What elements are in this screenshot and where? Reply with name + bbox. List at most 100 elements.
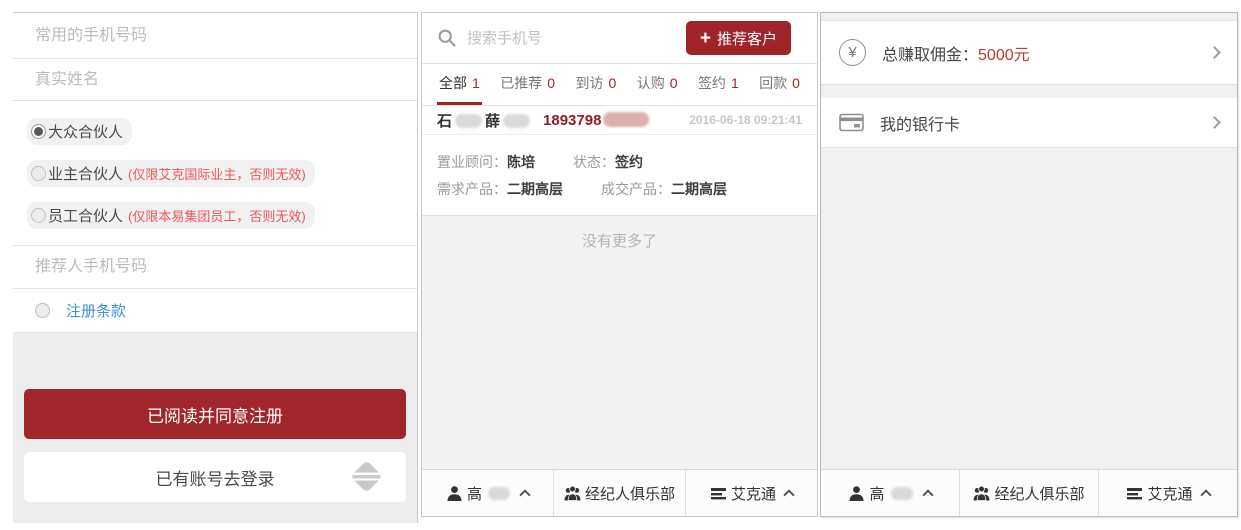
yen-glyph: ¥	[848, 44, 856, 61]
bank-card-icon	[839, 113, 864, 132]
demand-value: 二期高层	[507, 181, 563, 197]
radio-selected-icon[interactable]	[31, 124, 46, 139]
app-stage: 大众合伙人 业主合伙人 (仅限艾克国际业主，否则无效) 员工合伙人 (仅限本易集…	[0, 0, 1241, 530]
customer-name: 石薛	[437, 110, 533, 131]
tab-all[interactable]: 全部 1	[437, 64, 482, 105]
customer-list-panel: + 推荐客户 全部 1 已推荐 0 到访 0 认购 0 签约	[421, 12, 818, 517]
bank-card-row[interactable]: 我的银行卡	[821, 98, 1237, 148]
tab-count: 0	[792, 75, 800, 91]
deal-label: 成交产品：	[601, 181, 671, 197]
nav-app-label: 艾克通	[731, 483, 776, 504]
terms-row: 注册条款	[13, 289, 417, 333]
search-input[interactable]	[467, 30, 686, 47]
wallet-panel: ¥ 总赚取佣金： 5000元 我的银行卡 高	[820, 12, 1238, 517]
radio-note: (仅限本易集团员工，否则无效)	[128, 206, 306, 225]
status-tabs: 全部 1 已推荐 0 到访 0 认购 0 签约 1 回款 0	[422, 63, 817, 106]
customer-card[interactable]: 石薛 1893798 2016-06-18 09:21:41 置业顾问：陈培状态…	[422, 106, 817, 216]
radio-unselected-icon[interactable]	[31, 208, 46, 223]
blurred-name-1	[455, 114, 482, 128]
list-icon	[710, 485, 727, 502]
customer-timestamp: 2016-06-18 09:21:41	[689, 113, 802, 127]
commission-label: 总赚取佣金：	[882, 41, 978, 65]
phone-field-row	[13, 13, 417, 59]
tab-label: 已推荐	[500, 73, 542, 93]
radio-label: 大众合伙人	[48, 121, 123, 142]
nav-item-app[interactable]: 艾克通	[1099, 470, 1237, 516]
nav-club-label: 经纪人俱乐部	[585, 483, 675, 504]
goto-login-label: 已有账号去登录	[156, 465, 275, 490]
group-icon	[564, 485, 581, 502]
referrer-field-row	[13, 246, 417, 289]
radio-pill: 大众合伙人	[27, 118, 132, 145]
tab-count: 0	[547, 75, 555, 91]
nav-user-name: 高	[869, 483, 884, 504]
goto-login-button[interactable]: 已有账号去登录	[24, 452, 406, 502]
nav-item-app[interactable]: 艾克通	[686, 470, 817, 516]
customer-phone: 1893798	[543, 112, 649, 129]
group-icon	[973, 485, 990, 502]
nav-item-broker-club[interactable]: 经纪人俱乐部	[960, 470, 1099, 516]
blurred-phone	[603, 112, 649, 127]
tab-label: 回款	[759, 73, 787, 93]
form-footer: 已阅读并同意注册 已有账号去登录	[13, 333, 417, 523]
register-button[interactable]: 已阅读并同意注册	[24, 389, 406, 439]
customer-card-details: 置业顾问：陈培状态：签约 需求产品：二期高层成交产品：二期高层	[422, 135, 817, 216]
blurred-user-name	[891, 487, 913, 500]
radio-label: 员工合伙人	[48, 205, 123, 226]
product-line: 需求产品：二期高层成交产品：二期高层	[437, 176, 802, 203]
search-row: + 推荐客户	[422, 13, 817, 63]
tab-recommended[interactable]: 已推荐 0	[498, 64, 557, 105]
nav-item-profile[interactable]: 高	[422, 470, 554, 516]
terms-link[interactable]: 注册条款	[66, 300, 126, 321]
radio-unselected-icon[interactable]	[31, 166, 46, 181]
customer-phone-prefix: 1893798	[543, 112, 601, 129]
recommend-customer-button[interactable]: + 推荐客户	[686, 21, 791, 55]
radio-label: 业主合伙人	[48, 163, 123, 184]
tab-signed[interactable]: 签约 1	[696, 64, 741, 105]
chevron-up-icon	[519, 489, 530, 500]
terms-checkbox[interactable]	[35, 303, 50, 318]
name-field-row	[13, 59, 417, 101]
tab-label: 全部	[439, 73, 467, 93]
radio-row-employee-partner[interactable]: 员工合伙人 (仅限本易集团员工，否则无效)	[13, 194, 417, 236]
tab-count: 1	[731, 75, 739, 91]
nav-item-broker-club[interactable]: 经纪人俱乐部	[554, 470, 686, 516]
radio-row-public-partner[interactable]: 大众合伙人	[13, 110, 417, 152]
nav-item-profile[interactable]: 高	[821, 470, 960, 516]
brand-diamond-icon	[350, 460, 383, 493]
partner-type-group: 大众合伙人 业主合伙人 (仅限艾克国际业主，否则无效) 员工合伙人 (仅限本易集…	[13, 101, 417, 246]
nav-user-name: 高	[467, 483, 482, 504]
blurred-user-name	[488, 487, 510, 500]
chevron-right-icon	[1208, 116, 1221, 129]
customer-name-1: 石	[437, 113, 452, 130]
bottom-nav: 高 经纪人俱乐部 艾克通	[821, 469, 1237, 516]
radio-row-owner-partner[interactable]: 业主合伙人 (仅限艾克国际业主，否则无效)	[13, 152, 417, 194]
recommend-customer-label: 推荐客户	[717, 28, 777, 49]
tab-visited[interactable]: 到访 0	[573, 64, 618, 105]
tab-subscribed[interactable]: 认购 0	[635, 64, 680, 105]
commission-row[interactable]: ¥ 总赚取佣金： 5000元	[821, 21, 1237, 85]
bank-card-label: 我的银行卡	[880, 111, 960, 135]
referrer-phone-input[interactable]	[35, 258, 395, 276]
chevron-up-icon	[922, 489, 933, 500]
advisor-value: 陈培	[507, 154, 535, 170]
plus-icon: +	[700, 29, 711, 48]
tab-repaid[interactable]: 回款 0	[757, 64, 802, 105]
search-icon	[437, 28, 457, 48]
deal-value: 二期高层	[671, 181, 727, 197]
nav-app-label: 艾克通	[1147, 483, 1192, 504]
status-label: 状态：	[573, 154, 615, 170]
nav-club-label: 经纪人俱乐部	[994, 483, 1084, 504]
bottom-nav: 高 经纪人俱乐部 艾克通	[422, 469, 817, 516]
tab-label: 认购	[637, 73, 665, 93]
tab-label: 签约	[698, 73, 726, 93]
customer-card-header: 石薛 1893798 2016-06-18 09:21:41	[422, 106, 817, 135]
phone-input[interactable]	[35, 27, 395, 45]
radio-note: (仅限艾克国际业主，否则无效)	[128, 164, 306, 183]
demand-label: 需求产品：	[437, 181, 507, 197]
top-strip	[821, 13, 1237, 21]
chevron-up-icon	[1200, 489, 1211, 500]
no-more-text: 没有更多了	[422, 216, 817, 251]
radio-pill: 业主合伙人 (仅限艾克国际业主，否则无效)	[27, 160, 315, 187]
realname-input[interactable]	[35, 71, 395, 89]
